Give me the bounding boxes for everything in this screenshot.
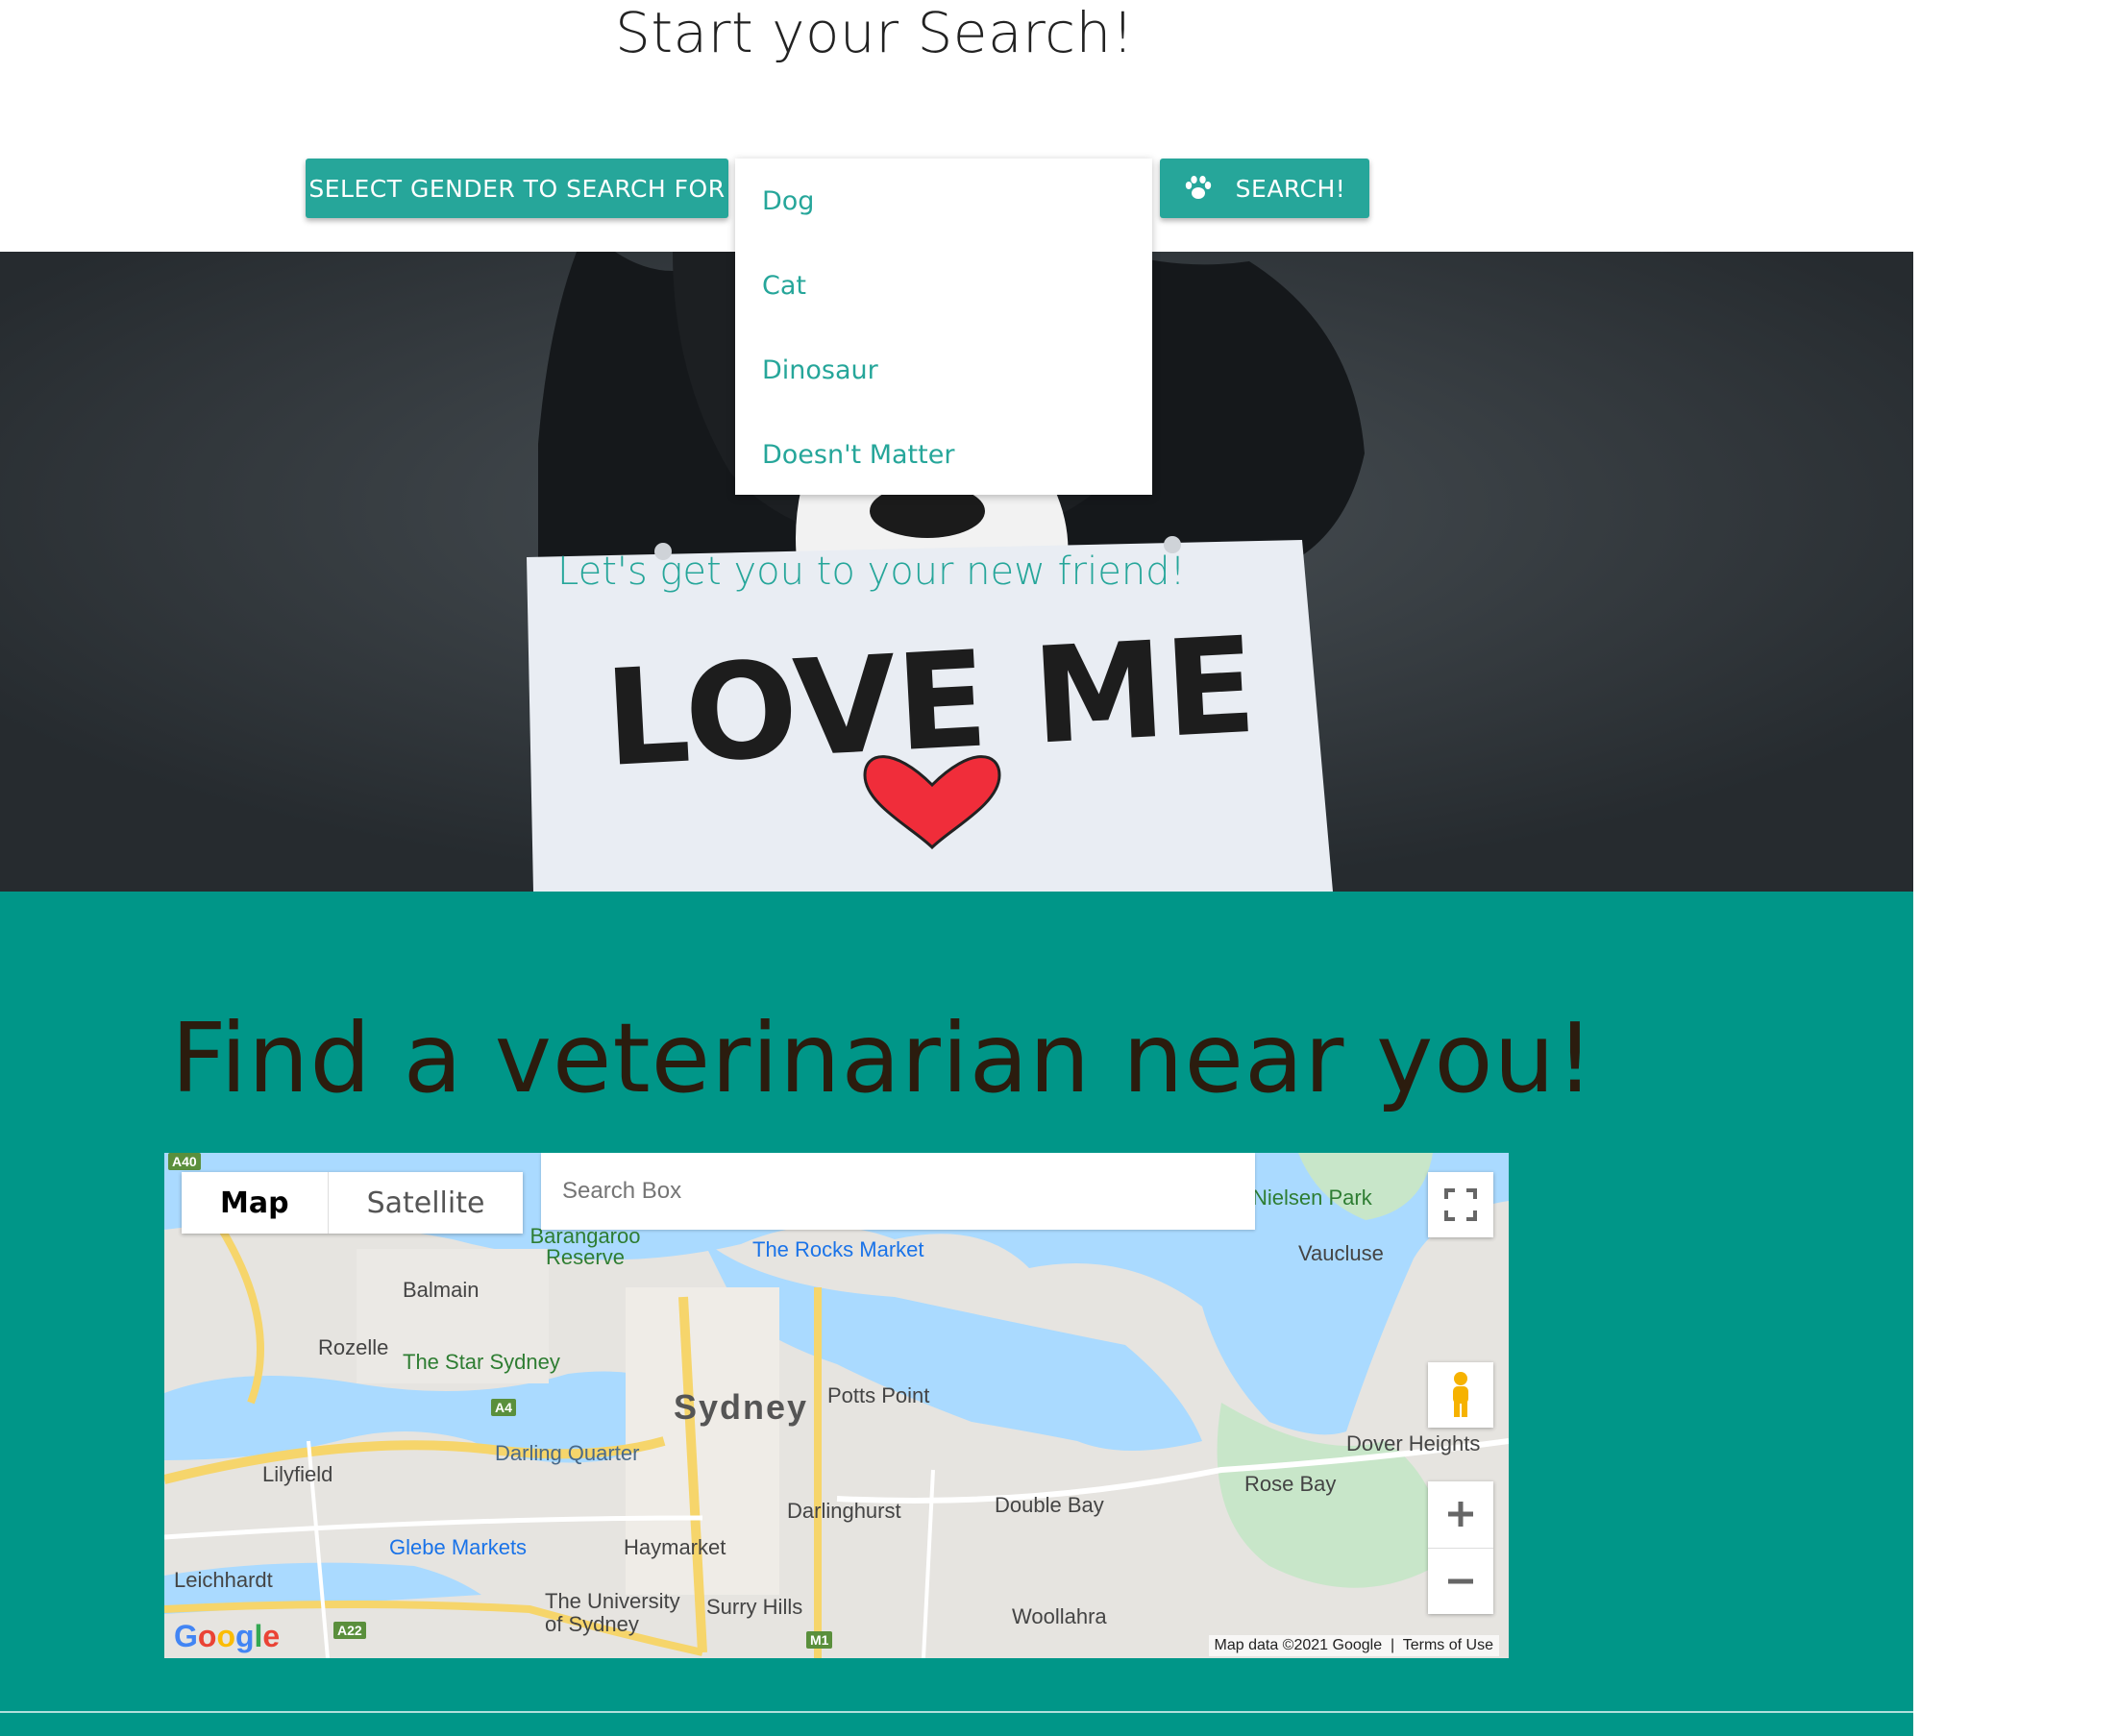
zoom-in-button[interactable]	[1428, 1481, 1493, 1549]
select-gender-button[interactable]: SELECT GENDER TO SEARCH FOR	[306, 159, 728, 218]
fullscreen-button[interactable]	[1428, 1172, 1493, 1237]
terms-of-use-link[interactable]: Terms of Use	[1403, 1637, 1493, 1653]
map-label-the-star: The Star Sydney	[403, 1350, 560, 1374]
map-label-rocks-market: The Rocks Market	[752, 1237, 924, 1261]
search-button-label: SEARCH!	[1235, 174, 1346, 203]
map-type-control: Map Satellite	[182, 1172, 524, 1234]
map-label-glebe-markets: Glebe Markets	[389, 1535, 528, 1559]
map-type-map-button[interactable]: Map	[182, 1172, 328, 1234]
street-view-pegman[interactable]	[1428, 1362, 1493, 1428]
map-attribution: Map data ©2021 Google | Terms of Use	[1208, 1635, 1499, 1656]
search-button[interactable]: SEARCH!	[1160, 159, 1369, 218]
map-search-input[interactable]	[541, 1153, 1255, 1230]
map-label-vaucluse: Vaucluse	[1298, 1241, 1384, 1265]
dropdown-option-cat[interactable]: Cat	[735, 243, 1152, 328]
fullscreen-icon	[1444, 1188, 1477, 1221]
map-label-darling-quarter: Darling Quarter	[495, 1441, 640, 1465]
google-logo: Google	[174, 1619, 281, 1653]
dropdown-option-dog[interactable]: Dog	[735, 159, 1152, 243]
zoom-out-button[interactable]	[1428, 1549, 1493, 1615]
map-label-haymarket: Haymarket	[624, 1535, 726, 1559]
dropdown-option-dinosaur[interactable]: Dinosaur	[735, 328, 1152, 412]
road-shield-a4: A4	[491, 1399, 516, 1416]
map-label-sydney: Sydney	[674, 1387, 809, 1427]
map-label-surry-hills: Surry Hills	[706, 1595, 803, 1619]
paw-icon	[1184, 175, 1213, 202]
pegman-icon	[1453, 1372, 1468, 1417]
vet-section: Find a veterinarian near you! Map Satell…	[0, 892, 1913, 1736]
map-label-dover-heights: Dover Heights	[1346, 1431, 1481, 1455]
road-shield-a22: A22	[333, 1622, 366, 1639]
map-label-woollahra: Woollahra	[1012, 1604, 1107, 1628]
map-label-rose-bay: Rose Bay	[1244, 1472, 1337, 1496]
vet-section-title: Find a veterinarian near you!	[171, 1002, 1595, 1114]
section-divider	[0, 1711, 1913, 1713]
map-label-barangaroo: Barangaroo Reserve	[529, 1224, 641, 1269]
road-shield-m1: M1	[806, 1631, 833, 1649]
map-label-darlinghurst: Darlinghurst	[787, 1499, 901, 1523]
map-label-rozelle: Rozelle	[318, 1335, 389, 1359]
map-label-double-bay: Double Bay	[995, 1493, 1104, 1517]
map-label-potts-point: Potts Point	[827, 1383, 930, 1407]
page-title: Start your Search!	[615, 0, 1135, 65]
zoom-control	[1428, 1481, 1493, 1614]
vet-map[interactable]: Map Satellite Balmain	[164, 1153, 1509, 1658]
minus-icon	[1448, 1578, 1473, 1584]
map-label-leichhardt: Leichhardt	[174, 1568, 273, 1592]
map-label-nielsen-park: Nielsen Park	[1252, 1186, 1372, 1210]
animal-type-dropdown: Dog Cat Dinosaur Doesn't Matter	[735, 159, 1152, 495]
road-shield-a40: A40	[168, 1153, 201, 1170]
plus-icon	[1448, 1502, 1473, 1528]
hero-tagline: Let's get you to your new friend!	[557, 550, 1186, 594]
map-type-satellite-button[interactable]: Satellite	[327, 1172, 524, 1234]
map-data-attribution: Map data ©2021 Google	[1214, 1637, 1383, 1653]
dropdown-option-doesnt-matter[interactable]: Doesn't Matter	[735, 412, 1152, 497]
map-label-lilyfield: Lilyfield	[262, 1462, 333, 1486]
map-label-balmain: Balmain	[403, 1278, 480, 1302]
map-label-university: The University of Sydney	[545, 1589, 680, 1636]
